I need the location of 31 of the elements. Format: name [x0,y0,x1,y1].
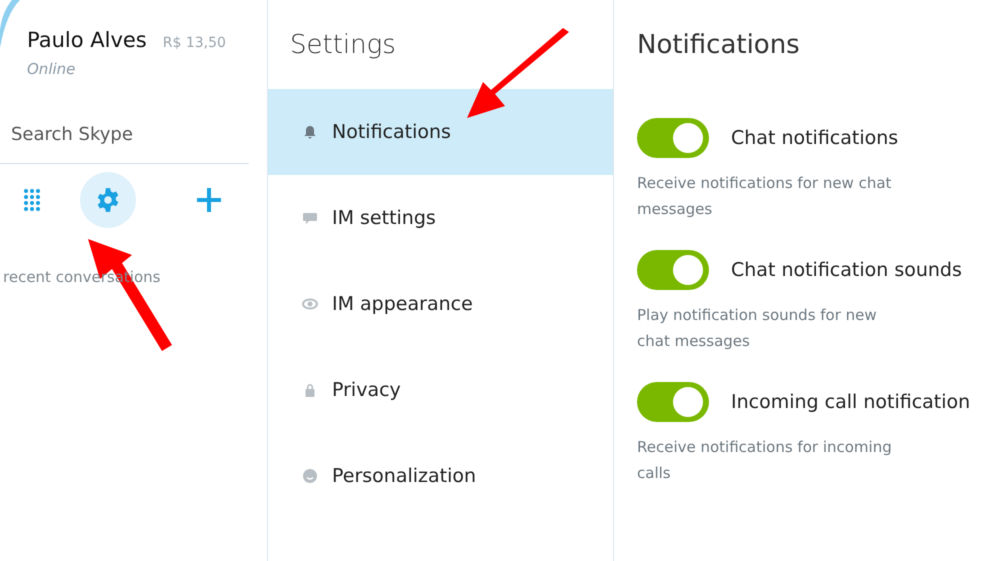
menu-item-label: Personalization [332,465,476,487]
settings-menu-item[interactable]: Privacy [268,347,613,433]
toggle-switch[interactable] [637,250,709,290]
settings-menu-item[interactable]: Personalization [268,433,613,519]
menu-item-label: IM appearance [332,293,473,315]
chat-icon [302,210,318,226]
dialpad-icon [23,188,41,212]
toggle-switch[interactable] [637,382,709,422]
plus-icon [196,187,222,213]
eye-icon [302,296,318,312]
settings-icon [95,187,121,213]
settings-menu-item[interactable]: IM appearance [268,261,613,347]
bell-icon [302,124,318,140]
option-description: Play notification sounds for new chat messages [637,305,878,352]
user-status: Online [26,59,76,78]
menu-item-label: IM settings [332,207,436,229]
menu-item-label: Privacy [332,379,401,401]
menu-item-label: Notifications [332,121,451,143]
option-description: Receive notifications for new chat messages [637,173,892,220]
option-label: Chat notifications [731,127,898,149]
option-label: Chat notification sounds [731,259,962,281]
settings-menu-item[interactable]: IM settings [268,175,613,261]
credit-balance: R$ 13,50 [162,35,226,51]
option-label: Incoming call notification [731,391,970,413]
notifications-title: Notifications [637,29,801,60]
user-name: Paulo Alves [27,28,147,52]
smile-icon [302,468,318,484]
settings-menu-item[interactable]: Notifications [268,89,613,175]
option-description: Receive notifications for incoming calls [637,437,893,484]
settings-title: Settings [289,29,397,60]
toggle-switch[interactable] [637,118,709,158]
